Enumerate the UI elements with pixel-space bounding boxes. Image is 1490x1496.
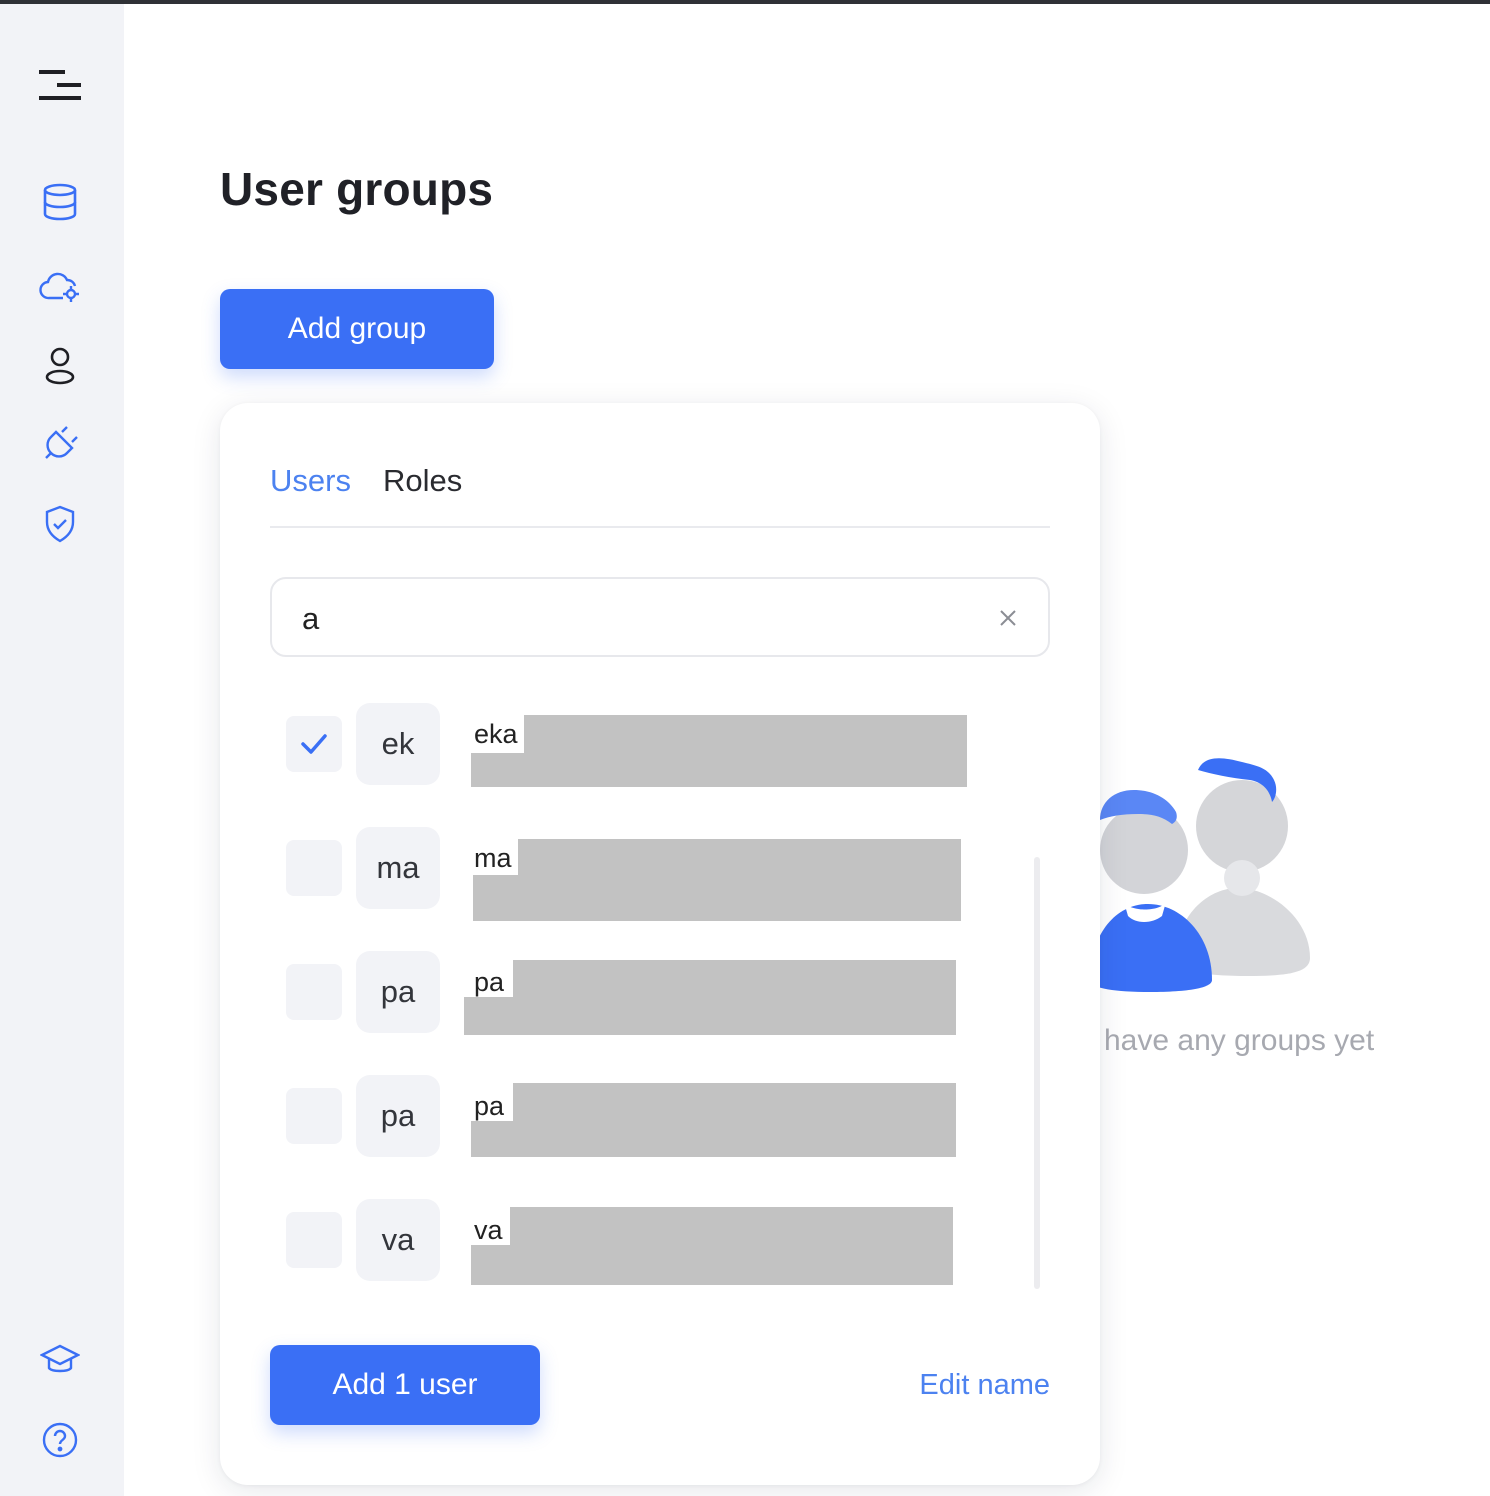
user-checkbox[interactable] — [286, 964, 342, 1020]
database-icon[interactable] — [34, 176, 86, 228]
avatar: pa — [356, 951, 440, 1033]
avatar: va — [356, 1199, 440, 1281]
redacted-area — [471, 1121, 956, 1157]
window-top-border — [0, 0, 1490, 4]
user-name: ma — [474, 843, 512, 873]
page-title: User groups — [220, 163, 494, 215]
user-checkbox[interactable] — [286, 1088, 342, 1144]
list-item[interactable]: pa pa — [220, 1075, 1100, 1157]
panel-tabs: Users Roles — [270, 463, 462, 499]
avatar: ma — [356, 827, 440, 909]
user-icon[interactable] — [34, 340, 86, 392]
clear-search-icon[interactable] — [998, 608, 1018, 628]
empty-groups-illustration — [1090, 750, 1330, 1010]
user-checkbox[interactable] — [286, 840, 342, 896]
shield-check-icon[interactable] — [34, 498, 86, 550]
user-checkbox[interactable] — [286, 716, 342, 772]
redacted-area — [471, 1245, 953, 1285]
tab-users[interactable]: Users — [270, 463, 351, 499]
tabs-divider — [270, 526, 1050, 528]
user-name: va — [474, 1215, 503, 1245]
user-search-input[interactable]: a — [270, 577, 1050, 657]
user-name: eka — [474, 719, 518, 749]
add-users-panel: Users Roles a ek eka ma ma pa pa pa pa v… — [220, 403, 1100, 1485]
edit-name-link[interactable]: Edit name — [919, 1369, 1050, 1402]
avatar: ek — [356, 703, 440, 785]
check-icon — [301, 734, 327, 754]
empty-state-text: have any groups yet — [1104, 1024, 1375, 1057]
user-list-scrollbar[interactable] — [1034, 857, 1040, 1289]
sidebar — [0, 4, 124, 1496]
redacted-area — [471, 753, 967, 787]
user-name: pa — [474, 967, 505, 997]
redacted-area — [473, 875, 961, 921]
user-checkbox[interactable] — [286, 1212, 342, 1268]
plug-icon[interactable] — [34, 418, 86, 470]
avatar: pa — [356, 1075, 440, 1157]
help-icon[interactable] — [34, 1414, 86, 1466]
menu-icon[interactable] — [34, 58, 86, 110]
add-group-button[interactable]: Add group — [220, 289, 494, 369]
graduation-cap-icon[interactable] — [34, 1334, 86, 1386]
user-name: pa — [474, 1091, 505, 1121]
add-user-button[interactable]: Add 1 user — [270, 1345, 540, 1425]
tab-roles[interactable]: Roles — [383, 463, 462, 499]
redacted-area — [464, 997, 956, 1035]
list-item[interactable]: ek eka — [220, 703, 1100, 787]
list-item[interactable]: va va — [220, 1199, 1100, 1285]
user-list: ek eka ma ma pa pa pa pa va va — [220, 703, 1100, 1293]
list-item[interactable]: pa pa — [220, 951, 1100, 1035]
list-item[interactable]: ma ma — [220, 827, 1100, 921]
search-value: a — [302, 601, 320, 636]
cloud-settings-icon[interactable] — [34, 260, 86, 312]
